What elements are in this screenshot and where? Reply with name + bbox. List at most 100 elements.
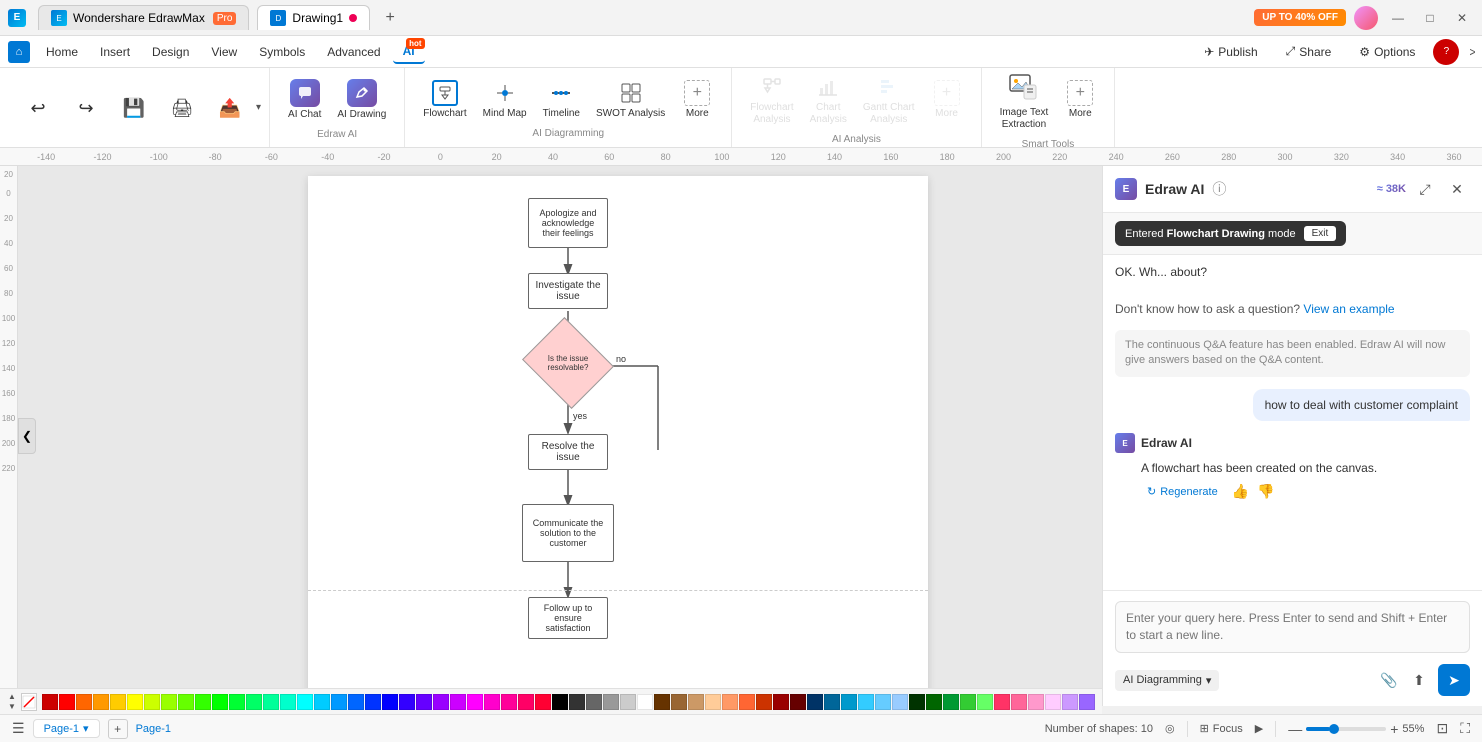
toggle-panels-button[interactable]: ☰ (12, 720, 25, 737)
color-swatch[interactable] (229, 694, 245, 710)
color-palette-arrows[interactable]: ▲ ▼ (8, 692, 16, 711)
color-swatch[interactable] (960, 694, 976, 710)
color-swatch[interactable] (943, 694, 959, 710)
color-swatch[interactable] (127, 694, 143, 710)
menu-item-home[interactable]: Home (36, 41, 88, 63)
color-swatch[interactable] (297, 694, 313, 710)
image-text-extraction-button[interactable]: Image TextExtraction (994, 65, 1055, 135)
color-swatch[interactable] (1028, 694, 1044, 710)
color-swatch[interactable] (212, 694, 228, 710)
color-swatch[interactable] (433, 694, 449, 710)
view-example-link[interactable]: View an example (1303, 302, 1394, 316)
fullscreen-button[interactable]: ⛶ (1460, 720, 1470, 737)
ai-send-button[interactable]: ➤ (1438, 664, 1470, 696)
swot-button[interactable]: SWOT Analysis (590, 76, 671, 124)
undo-button[interactable]: ↩ (16, 95, 60, 121)
expand-panel-button[interactable]: ⤢ (1412, 176, 1438, 202)
shape-resolve[interactable]: Resolve the issue (528, 434, 608, 470)
color-swatch[interactable] (739, 694, 755, 710)
color-swatch[interactable] (773, 694, 789, 710)
color-swatch[interactable] (875, 694, 891, 710)
tab-edrawmax[interactable]: E Wondershare EdrawMax Pro (38, 5, 249, 30)
color-swatch[interactable] (93, 694, 109, 710)
current-page-tab[interactable]: Page-1 (136, 723, 171, 735)
zoom-out-button[interactable]: — (1288, 721, 1302, 737)
ai-mode-selector[interactable]: AI Diagramming ▾ (1115, 670, 1219, 691)
color-swatch[interactable] (586, 694, 602, 710)
flowchart-analysis-button[interactable]: FlowchartAnalysis (744, 70, 799, 130)
promo-badge[interactable]: UP TO 40% OFF (1254, 9, 1346, 26)
color-swatch[interactable] (705, 694, 721, 710)
shape-investigate[interactable]: Investigate the issue (528, 273, 608, 309)
ai-messages[interactable]: Don't know how to ask a question? View a… (1103, 289, 1482, 590)
focus-mode-button[interactable]: ⊞ Focus (1200, 722, 1243, 735)
thumbs-down-button[interactable]: 👎 (1257, 483, 1274, 500)
new-tab-button[interactable]: + (378, 6, 402, 30)
color-swatch[interactable] (569, 694, 585, 710)
color-swatch[interactable] (909, 694, 925, 710)
ai-drawing-button[interactable]: AI Drawing (331, 75, 392, 125)
color-swatch[interactable] (416, 694, 432, 710)
ai-input-field[interactable] (1115, 601, 1470, 653)
color-swatch[interactable] (484, 694, 500, 710)
eyedrop-button[interactable]: ◎ (1165, 722, 1175, 735)
print-button[interactable]: 🖨 (160, 95, 204, 121)
menu-item-ai[interactable]: AI hot (393, 40, 425, 64)
collapse-ribbon-button[interactable]: ^ (1463, 48, 1479, 55)
help-button[interactable]: ? (1433, 39, 1459, 65)
color-swatch[interactable] (399, 694, 415, 710)
color-swatch[interactable] (144, 694, 160, 710)
publish-button[interactable]: ✈ Publish (1194, 41, 1267, 63)
flowchart-button[interactable]: Flowchart (417, 76, 472, 124)
color-swatch[interactable] (450, 694, 466, 710)
menu-item-advanced[interactable]: Advanced (317, 41, 390, 63)
export-button[interactable]: 📤 (208, 95, 252, 121)
close-panel-button[interactable]: ✕ (1444, 176, 1470, 202)
shape-followup[interactable]: Follow up to ensure satisfaction (528, 597, 608, 639)
more-analysis-button[interactable]: + More (925, 76, 969, 124)
timeline-button[interactable]: Timeline (537, 76, 586, 124)
color-swatch[interactable] (926, 694, 942, 710)
color-swatch[interactable] (178, 694, 194, 710)
thumbs-up-button[interactable]: 👍 (1232, 483, 1249, 500)
color-swatch[interactable] (994, 694, 1010, 710)
color-swatch[interactable] (110, 694, 126, 710)
menu-item-insert[interactable]: Insert (90, 41, 140, 63)
chart-analysis-button[interactable]: ChartAnalysis (804, 70, 853, 130)
color-swatch[interactable] (314, 694, 330, 710)
color-swatch[interactable] (161, 694, 177, 710)
zoom-slider-thumb[interactable] (1329, 724, 1339, 734)
color-swatch[interactable] (654, 694, 670, 710)
color-swatch[interactable] (790, 694, 806, 710)
save-button[interactable]: 💾 (112, 95, 156, 121)
fit-to-screen-button[interactable]: ⊡ (1436, 720, 1448, 737)
no-fill-swatch[interactable] (21, 693, 37, 711)
color-swatch[interactable] (892, 694, 908, 710)
color-swatch[interactable] (76, 694, 92, 710)
ai-info-icon[interactable]: ⓘ (1212, 179, 1226, 199)
color-swatch[interactable] (382, 694, 398, 710)
color-swatch[interactable] (1079, 694, 1095, 710)
color-swatch[interactable] (671, 694, 687, 710)
color-swatch[interactable] (246, 694, 262, 710)
color-swatch[interactable] (348, 694, 364, 710)
color-swatch[interactable] (42, 694, 58, 710)
color-swatch[interactable] (552, 694, 568, 710)
exit-mode-button[interactable]: Exit (1304, 226, 1337, 241)
add-page-button[interactable]: + (108, 719, 128, 739)
color-swatch[interactable] (722, 694, 738, 710)
color-swatch[interactable] (603, 694, 619, 710)
shape-communicate[interactable]: Communicate the solution to the customer (522, 504, 614, 562)
collapse-panel-button[interactable]: ❮ (18, 418, 36, 454)
shape-resolvable[interactable]: Is the issue resolvable? (533, 333, 603, 393)
color-swatch[interactable] (756, 694, 772, 710)
canvas-page[interactable]: yes no Apologize and acknowledge their f… (308, 176, 928, 706)
color-swatch[interactable] (535, 694, 551, 710)
color-swatch[interactable] (1011, 694, 1027, 710)
color-swatch[interactable] (365, 694, 381, 710)
color-swatch[interactable] (1045, 694, 1061, 710)
play-button[interactable]: ▶ (1255, 722, 1263, 735)
color-swatch[interactable] (280, 694, 296, 710)
shape-apologize[interactable]: Apologize and acknowledge their feelings (528, 198, 608, 248)
menu-item-view[interactable]: View (201, 41, 247, 63)
